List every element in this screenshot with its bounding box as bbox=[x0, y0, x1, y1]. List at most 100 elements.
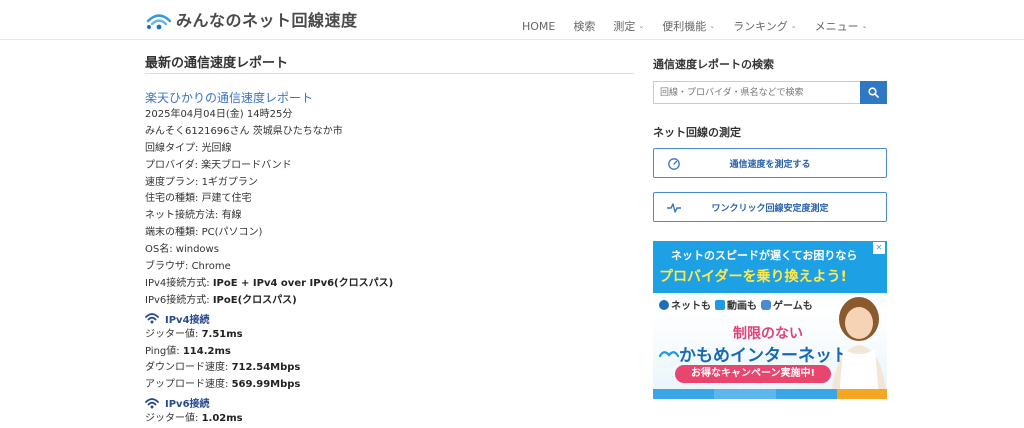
ad-features: ネットも 動画も ゲームも bbox=[659, 297, 817, 312]
divider bbox=[145, 73, 634, 74]
stat-value: 712.54Mbps bbox=[231, 362, 301, 374]
measure-heading: ネット回線の測定 bbox=[653, 126, 741, 139]
search-heading: 通信速度レポートの検索 bbox=[653, 58, 774, 71]
site-logo[interactable]: みんなのネット回線速度 bbox=[145, 6, 358, 32]
search-button[interactable] bbox=[860, 81, 887, 104]
stat-value: 569.99Mbps bbox=[231, 379, 301, 391]
ad-close-icon[interactable]: ✕ bbox=[873, 242, 885, 254]
field-value: 有線 bbox=[221, 210, 242, 222]
nav-tools[interactable]: 便利機能 ⌄ bbox=[662, 18, 715, 34]
ipv4-jitter: ジッター値: 7.51ms bbox=[145, 327, 393, 344]
nav-label: メニュー bbox=[814, 20, 859, 33]
stat-value: 1.02ms bbox=[201, 413, 243, 425]
field-os: OS名: windows bbox=[145, 242, 393, 259]
ad-banner[interactable]: ネットのスピードが遅くてお困りなら プロバイダーを乗り換えよう! ✕ ネットも … bbox=[653, 241, 887, 399]
nav-label: 便利機能 bbox=[662, 20, 707, 33]
stat-label: Ping値: bbox=[145, 345, 180, 357]
nav-label: HOME bbox=[522, 19, 556, 33]
feature-label: 動画も bbox=[727, 301, 757, 312]
ad-feature: 動画も bbox=[715, 297, 757, 312]
search-input[interactable] bbox=[653, 81, 860, 104]
report-details: 2025年04月04日(金) 14時25分 みんそく6121696さん 茨城県ひ… bbox=[145, 107, 393, 428]
speedometer-icon bbox=[668, 158, 680, 170]
chevron-down-icon: ⌄ bbox=[709, 22, 716, 30]
ad-feature: ネットも bbox=[659, 297, 711, 312]
ipv4-heading: IPv4接続 bbox=[145, 310, 393, 327]
field-label: 端末の種類: bbox=[145, 227, 199, 239]
section-title: 最新の通信速度レポート bbox=[145, 56, 289, 71]
ipv4-upload: アップロード速度: 569.99Mbps bbox=[145, 377, 393, 394]
field-value: 光回線 bbox=[201, 142, 232, 154]
feature-label: ネットも bbox=[671, 301, 711, 312]
sidebar: 通信速度レポートの検索 ネット回線の測定 通信速度を測定する ワンクリック回線安… bbox=[653, 40, 889, 422]
site-header: みんなのネット回線速度 HOME 検索 測定 ⌄ 便利機能 ⌄ ランキング ⌄ メニュ… bbox=[0, 0, 1024, 40]
nav-search[interactable]: 検索 bbox=[573, 18, 595, 34]
chevron-down-icon: ⌄ bbox=[638, 22, 645, 30]
field-housing: 住宅の種類: 戸建て住宅 bbox=[145, 191, 393, 208]
field-line-type: 回線タイプ: 光回線 bbox=[145, 141, 393, 158]
field-label: 住宅の種類: bbox=[145, 193, 199, 205]
search-icon bbox=[868, 87, 879, 98]
stability-test-button[interactable]: ワンクリック回線安定度測定 bbox=[653, 192, 887, 222]
field-ipv4-method: IPv4接続方式: IPoE + IPv4 over IPv6(クロスパス) bbox=[145, 276, 393, 293]
ad-person-image bbox=[831, 297, 887, 399]
ipv4-ping: Ping値: 114.2ms bbox=[145, 344, 393, 361]
field-value: 楽天ブロードバンド bbox=[201, 159, 292, 171]
field-ipv6-method: IPv6接続方式: IPoE(クロスパス) bbox=[145, 293, 393, 310]
ad-line1: ネットのスピードが遅くてお困りなら bbox=[671, 249, 858, 262]
feature-label: ゲームも bbox=[773, 301, 813, 312]
ad-campaign: お得なキャンペーン実施中! bbox=[675, 365, 831, 383]
wifi-icon bbox=[145, 313, 159, 324]
nav-menu[interactable]: メニュー ⌄ bbox=[815, 18, 868, 34]
nav-label: 検索 bbox=[573, 20, 596, 33]
pulse-icon bbox=[667, 203, 681, 213]
field-value: PC(パソコン) bbox=[201, 227, 263, 239]
logo-text: みんなのネット回線速度 bbox=[176, 11, 358, 30]
field-value: 戸建て住宅 bbox=[201, 193, 252, 205]
video-icon bbox=[715, 299, 725, 310]
report-user[interactable]: みんそく6121696さん 茨城県ひたちなか市 bbox=[145, 124, 393, 141]
main-content: 最新の通信速度レポート 楽天ひかりの通信速度レポート 2025年04月04日(金… bbox=[145, 40, 635, 424]
nav-ranking[interactable]: ランキング ⌄ bbox=[733, 18, 797, 34]
report-date: 2025年04月04日(金) 14時25分 bbox=[145, 109, 293, 120]
field-browser: ブラウザ: Chrome bbox=[145, 259, 393, 276]
seagull-icon bbox=[659, 350, 679, 357]
field-connection: ネット接続方法: 有線 bbox=[145, 208, 393, 225]
field-label: IPv4接続方式: bbox=[145, 277, 210, 289]
ipv4-download: ダウンロード速度: 712.54Mbps bbox=[145, 360, 393, 377]
heading-label: IPv6接続 bbox=[165, 399, 210, 411]
chevron-down-icon: ⌄ bbox=[861, 22, 868, 30]
field-provider: プロバイダ: 楽天ブロードバンド bbox=[145, 158, 393, 175]
stat-value: 114.2ms bbox=[182, 345, 231, 357]
field-value: IPoE(クロスパス) bbox=[212, 294, 297, 306]
report-title-link[interactable]: 楽天ひかりの通信速度レポート bbox=[145, 89, 313, 106]
measure-speed-button[interactable]: 通信速度を測定する bbox=[653, 148, 887, 178]
wifi-icon bbox=[145, 397, 159, 409]
field-device: 端末の種類: PC(パソコン) bbox=[145, 225, 393, 242]
gamepad-icon bbox=[761, 299, 771, 310]
stat-value: 7.51ms bbox=[201, 328, 243, 340]
chevron-down-icon: ⌄ bbox=[790, 22, 797, 30]
ipv6-jitter: ジッター値: 1.02ms bbox=[145, 411, 393, 428]
search-form bbox=[653, 81, 887, 104]
stat-label: ジッター値: bbox=[145, 413, 199, 425]
field-value: windows bbox=[175, 244, 219, 256]
field-plan: 速度プラン: 1ギガプラン bbox=[145, 175, 393, 192]
nav-home[interactable]: HOME bbox=[522, 18, 555, 34]
wifi-logo-icon bbox=[146, 14, 172, 30]
heading-label: IPv4接続 bbox=[165, 314, 210, 326]
field-value: IPoE + IPv4 over IPv6(クロスパス) bbox=[212, 277, 394, 289]
stat-label: アップロード速度: bbox=[145, 379, 229, 391]
nav-measure[interactable]: 測定 ⌄ bbox=[613, 18, 644, 34]
ad-header: ネットのスピードが遅くてお困りなら プロバイダーを乗り換えよう! bbox=[653, 241, 887, 293]
ad-footer-strip bbox=[653, 389, 887, 399]
field-label: ネット接続方法: bbox=[145, 210, 219, 222]
field-value: Chrome bbox=[191, 261, 231, 273]
button-label: 通信速度を測定する bbox=[729, 159, 811, 170]
ad-limit-text: 制限のない bbox=[733, 326, 803, 342]
field-label: 速度プラン: bbox=[145, 176, 199, 188]
ipv6-heading: IPv6接続 bbox=[145, 394, 393, 411]
nav-label: ランキング bbox=[733, 20, 788, 33]
field-label: ブラウザ: bbox=[145, 261, 189, 273]
field-label: OS名: bbox=[145, 244, 173, 256]
